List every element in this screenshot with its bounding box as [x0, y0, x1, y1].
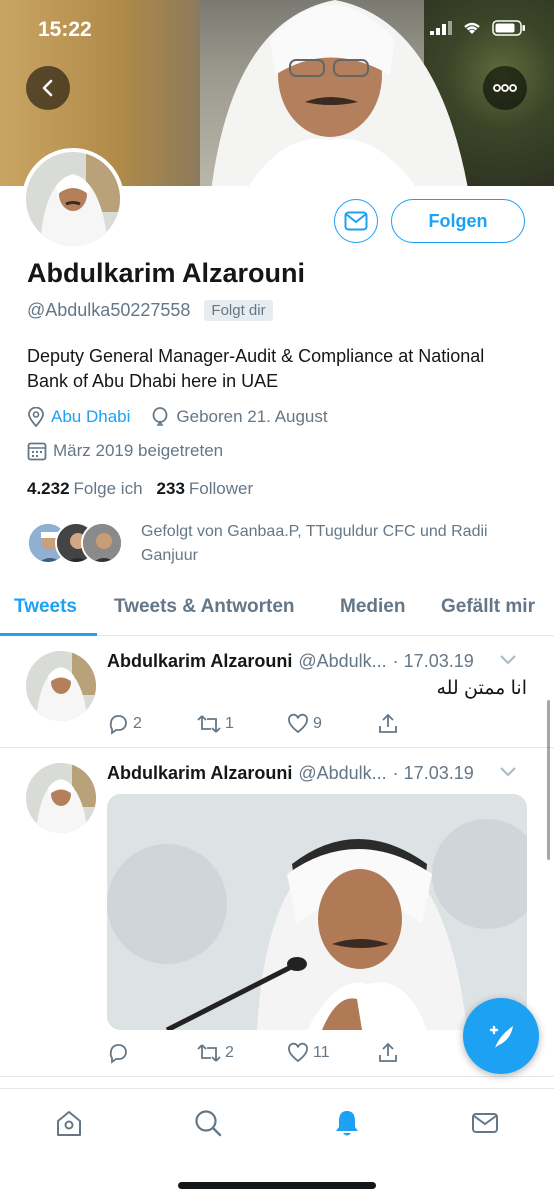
tweet-author-name[interactable]: Abdulkarim Alzarouni [107, 651, 292, 672]
compose-tweet-button[interactable] [463, 998, 539, 1074]
profile-name: Abdulkarim Alzarouni [27, 258, 306, 288]
like-count: 11 [313, 1044, 330, 1061]
like-count: 9 [313, 715, 322, 732]
tweet-text: انا ممتن لله [436, 678, 527, 699]
profile-joined: März 2019 beigetreten [53, 441, 224, 460]
tweet-author-handle: @Abdulk... [298, 651, 387, 671]
scrollbar[interactable] [547, 700, 550, 860]
back-arrow-icon [42, 79, 53, 97]
followers-label: Follower [188, 479, 254, 498]
back-button[interactable] [26, 66, 70, 110]
followed-by-avatars [27, 520, 127, 564]
like-button[interactable]: 11 [287, 1042, 377, 1064]
profile-bio: Deputy General Manager-Audit & Complianc… [27, 346, 485, 391]
tweet-header: Abdulkarim Alzarouni @Abdulk... · 17.03.… [107, 651, 527, 672]
active-tab-indicator [0, 633, 97, 636]
like-button[interactable]: 9 [287, 713, 377, 735]
retweet-button[interactable]: 1 [197, 713, 287, 735]
message-button[interactable] [334, 199, 378, 243]
signal-icon [430, 21, 452, 35]
share-icon [379, 1042, 397, 1062]
more-options-button[interactable] [483, 66, 527, 110]
wifi-icon [464, 22, 480, 34]
like-icon [288, 1042, 308, 1063]
following-count: 4.232 [27, 479, 70, 498]
chevron-down-icon[interactable] [499, 765, 517, 777]
compose-icon [489, 1025, 513, 1048]
home-indicator [178, 1182, 376, 1189]
tab-tweets[interactable]: Tweets [14, 596, 77, 618]
messages-icon [472, 1113, 498, 1133]
tweet-media-image[interactable] [107, 794, 527, 1030]
mail-icon [344, 211, 368, 231]
more-icon [493, 84, 517, 92]
followers-count: 233 [156, 479, 185, 498]
tweet-date: · 17.03.19 [392, 651, 474, 671]
retweet-icon [197, 715, 221, 733]
tab-likes[interactable]: Gefällt mir [441, 596, 535, 618]
followed-by-text: Gefolgt von Ganbaa.P, TTuguldur CFC und … [141, 523, 488, 564]
profile-location[interactable]: Abu Dhabi [51, 407, 130, 427]
retweet-icon [197, 1044, 221, 1062]
reply-icon [109, 715, 127, 735]
media-photo [107, 794, 527, 1030]
tweet-author-handle: @Abdulk... [298, 763, 387, 783]
following-link[interactable]: 4.232 Folge ich [27, 479, 143, 499]
share-button[interactable] [377, 1042, 467, 1064]
profile-avatar[interactable] [22, 148, 124, 250]
profile-tabs: Tweets Tweets & Antworten Medien Gefällt… [0, 584, 554, 636]
balloon-icon [152, 407, 168, 426]
follows-you-badge: Folgt dir [204, 300, 273, 321]
share-icon [379, 713, 397, 733]
tweet-avatar[interactable] [26, 651, 96, 721]
share-button[interactable] [377, 713, 467, 735]
reply-button[interactable]: 2 [107, 713, 197, 735]
tab-media[interactable]: Medien [340, 596, 405, 618]
nav-notifications[interactable] [329, 1105, 365, 1141]
handle-row: @Abdulka50227558 Folgt dir [27, 300, 273, 321]
status-icons [430, 20, 526, 36]
tweet-date: · 17.03.19 [392, 763, 474, 783]
home-icon [57, 1111, 81, 1136]
retweet-count: 1 [225, 715, 234, 732]
nav-search[interactable] [190, 1105, 226, 1141]
search-icon [195, 1110, 222, 1137]
followed-by-row[interactable]: Gefolgt von Ganbaa.P, TTuguldur CFC und … [27, 520, 521, 568]
profile-meta-row: Abu Dhabi Geboren 21. August [27, 407, 328, 427]
follower-avatar [81, 522, 123, 564]
retweet-button[interactable]: 2 [197, 1042, 287, 1064]
reply-icon [109, 1044, 127, 1064]
chevron-down-icon[interactable] [499, 653, 517, 665]
tweet[interactable]: Abdulkarim Alzarouni @Abdulk... · 17.03.… [0, 637, 554, 748]
followers-link[interactable]: 233 Follower [157, 479, 254, 499]
follow-counts: 4.232 Folge ich 233 Follower [27, 479, 253, 499]
profile-handle: @Abdulka50227558 [27, 300, 191, 320]
tweet-header: Abdulkarim Alzarouni @Abdulk... · 17.03.… [107, 763, 527, 784]
profile-birthday: Geboren 21. August [176, 407, 328, 426]
location-icon [28, 407, 44, 427]
follow-button[interactable]: Folgen [391, 199, 525, 243]
nav-messages[interactable] [467, 1105, 503, 1141]
notifications-icon [336, 1111, 358, 1136]
tweet-actions: 2 11 [107, 1042, 467, 1064]
status-bar: 15:22 [0, 0, 554, 60]
retweet-count: 2 [225, 1044, 234, 1061]
reply-count: 2 [133, 715, 142, 732]
calendar-icon [27, 442, 47, 461]
tab-tweets-replies[interactable]: Tweets & Antworten [114, 596, 295, 618]
avatar-photo [26, 152, 120, 246]
tweet-actions: 2 1 9 [107, 713, 467, 735]
tweet-author-name[interactable]: Abdulkarim Alzarouni [107, 763, 292, 784]
following-label: Folge ich [73, 479, 143, 498]
tweet-avatar[interactable] [26, 763, 96, 833]
nav-home[interactable] [51, 1105, 87, 1141]
reply-button[interactable] [107, 1042, 197, 1064]
profile-joined-row: März 2019 beigetreten [27, 441, 223, 461]
status-time: 15:22 [38, 18, 92, 41]
battery-icon [492, 20, 525, 36]
like-icon [288, 713, 308, 734]
